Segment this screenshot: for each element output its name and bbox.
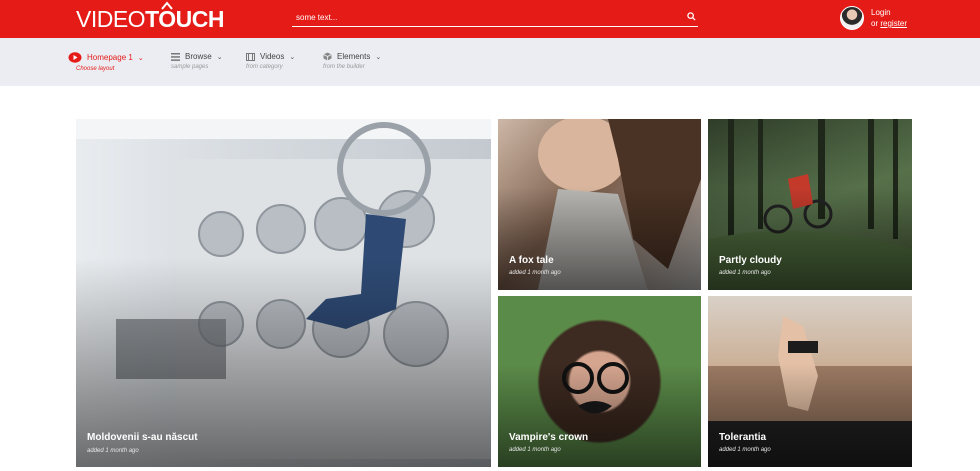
- top-header: VIDEOTOUCH Login or register: [0, 0, 980, 38]
- card-title[interactable]: Tolerantia: [719, 432, 766, 443]
- card-meta: added 1 month ago: [509, 447, 561, 453]
- site-logo[interactable]: VIDEOTOUCH: [76, 1, 224, 32]
- account-links: Login or register: [871, 7, 907, 29]
- logo-text-touch: TOUCH: [145, 6, 224, 32]
- card-title[interactable]: Moldovenii s-au născut: [87, 432, 198, 443]
- nav-item-homepage[interactable]: Homepage 1 ⌄ Choose layout: [68, 52, 144, 82]
- card-title[interactable]: A fox tale: [509, 255, 554, 266]
- chevron-down-icon: ⌄: [375, 53, 382, 61]
- or-text: or: [871, 19, 879, 28]
- nav-item-videos[interactable]: Videos ⌄ from category: [246, 52, 295, 82]
- cube-icon: [323, 52, 332, 61]
- nav-label-videos: Videos: [260, 52, 285, 61]
- search-bar: [292, 7, 698, 27]
- register-link[interactable]: register: [880, 19, 907, 28]
- nav-sub-browse: sample pages: [171, 64, 209, 70]
- logo-play-icon: [161, 1, 173, 10]
- nav-sub-videos: from category: [246, 64, 283, 70]
- card-meta: added 1 month ago: [719, 447, 771, 453]
- main-nav: Homepage 1 ⌄ Choose layout Browse ⌄ samp…: [0, 38, 980, 86]
- nav-sub-homepage: Choose layout: [76, 66, 115, 72]
- chevron-down-icon: ⌄: [137, 54, 144, 62]
- card-meta: added 1 month ago: [87, 448, 139, 454]
- search-icon[interactable]: [687, 12, 696, 21]
- video-card[interactable]: Tolerantia added 1 month ago: [708, 296, 912, 467]
- list-icon: [171, 52, 180, 61]
- search-input[interactable]: [296, 9, 676, 25]
- video-card[interactable]: Moldovenii s-au născut added 1 month ago: [76, 119, 491, 467]
- logo-text-video: VIDEO: [76, 6, 146, 32]
- login-link[interactable]: Login: [871, 7, 907, 18]
- nav-label-elements: Elements: [337, 52, 371, 61]
- video-card[interactable]: Vampire's crown added 1 month ago: [498, 296, 701, 467]
- chevron-down-icon: ⌄: [216, 53, 223, 61]
- nav-item-elements[interactable]: Elements ⌄ from the builder: [323, 52, 381, 82]
- card-title[interactable]: Partly cloudy: [719, 255, 782, 266]
- nav-item-browse[interactable]: Browse ⌄ sample pages: [171, 52, 223, 82]
- play-circle-icon: [68, 52, 82, 63]
- nav-sub-elements: from the builder: [323, 64, 365, 70]
- nav-label-browse: Browse: [185, 52, 212, 61]
- chevron-down-icon: ⌄: [289, 53, 296, 61]
- user-avatar[interactable]: [840, 6, 864, 30]
- film-icon: [246, 52, 255, 61]
- card-title[interactable]: Vampire's crown: [509, 432, 588, 443]
- video-card[interactable]: A fox tale added 1 month ago: [498, 119, 701, 290]
- card-meta: added 1 month ago: [509, 270, 561, 276]
- video-card[interactable]: Partly cloudy added 1 month ago: [708, 119, 912, 290]
- nav-label-homepage: Homepage 1: [87, 53, 133, 62]
- card-meta: added 1 month ago: [719, 270, 771, 276]
